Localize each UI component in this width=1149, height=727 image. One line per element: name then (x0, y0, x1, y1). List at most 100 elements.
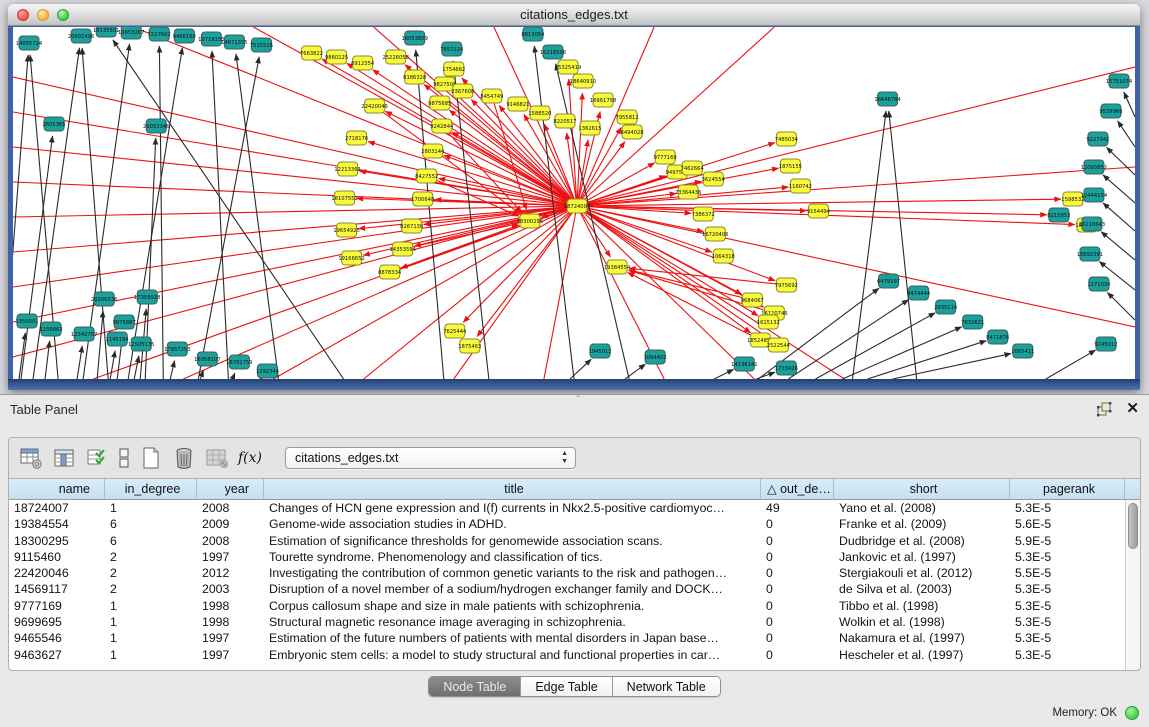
network-node[interactable]: 7857224 (440, 42, 464, 56)
network-node[interactable]: 9245012 (1094, 337, 1117, 351)
network-node[interactable]: 18640910 (570, 74, 596, 88)
network-node[interactable]: 8813054 (521, 27, 545, 41)
table-row[interactable]: 1938455462009Genome-wide association stu… (9, 516, 1140, 532)
network-node[interactable]: 15751074 (1106, 74, 1133, 88)
network-node[interactable]: 1292344 (256, 364, 280, 378)
column-header-title[interactable]: title (264, 479, 761, 499)
delete-table-icon[interactable] (205, 446, 229, 470)
table-row[interactable]: 1872400712008Changes of HCN gene express… (9, 500, 1140, 516)
network-node[interactable]: 1875463 (458, 339, 481, 353)
row-height-icon[interactable] (118, 446, 130, 470)
panel-resize-grip[interactable]: ⌃ (575, 396, 585, 402)
tab-edge-table[interactable]: Edge Table (521, 677, 612, 696)
network-node[interactable]: 18724007 (564, 199, 590, 213)
network-node[interactable]: 15692391 (1077, 247, 1103, 261)
network-node[interactable]: 7663822 (300, 46, 323, 60)
network-node[interactable]: 16961758 (590, 93, 616, 107)
network-node[interactable]: 9474444 (907, 286, 931, 300)
network-node[interactable]: 8267130 (400, 219, 423, 233)
network-node[interactable]: 9875685 (428, 96, 451, 110)
column-header-in_degree[interactable]: in_degree (105, 479, 197, 499)
network-node[interactable]: 2935114 (934, 300, 958, 314)
network-node[interactable]: 2367608 (451, 84, 474, 98)
column-header-short[interactable]: short (834, 479, 1010, 499)
network-node[interactable]: 25226058 (382, 50, 408, 64)
network-node[interactable]: 9227342 (1086, 132, 1109, 146)
close-window-icon[interactable] (17, 9, 29, 21)
network-node[interactable]: 1754662 (442, 62, 465, 76)
network-node[interactable]: 8186328 (403, 70, 426, 84)
network-node[interactable]: 16648784 (874, 92, 901, 106)
network-node[interactable]: 1362615 (578, 121, 601, 135)
network-node[interactable]: 16782759 (226, 355, 252, 369)
network-node[interactable]: 7462664 (681, 161, 705, 175)
network-node[interactable]: 14136141 (731, 357, 757, 371)
network-node[interactable]: 12505135 (128, 337, 154, 351)
network-node[interactable]: 7955812 (616, 110, 639, 124)
network-node[interactable]: 10653267 (118, 27, 144, 39)
network-node[interactable]: 16053809 (402, 31, 428, 45)
tab-network-table[interactable]: Network Table (613, 677, 720, 696)
network-node[interactable]: 17957253 (164, 342, 190, 356)
table-row[interactable]: 2242004622012Investigating the contribut… (9, 565, 1140, 581)
network-node[interactable]: 9154494 (807, 204, 831, 218)
network-node[interactable]: 1875155 (779, 159, 802, 173)
network-node[interactable]: 8215953 (1047, 208, 1070, 222)
network-node[interactable]: 14055724 (16, 36, 43, 50)
network-node[interactable]: 1065411 (1011, 344, 1034, 358)
table-scrollbar-thumb[interactable] (1128, 503, 1138, 549)
window-titlebar[interactable]: citations_edges.txt (8, 4, 1140, 26)
network-node[interactable]: 18300295 (517, 214, 543, 228)
table-row[interactable]: 946554611997Estimation of the future num… (9, 630, 1140, 646)
network-node[interactable]: 9975887 (113, 315, 136, 329)
network-node[interactable]: 8220517 (553, 114, 576, 128)
network-node[interactable]: 9860125 (325, 50, 348, 64)
network-node[interactable]: 1700648 (411, 192, 434, 206)
network-node[interactable]: 9529966 (1099, 104, 1122, 118)
network-node[interactable]: 7485034 (775, 132, 799, 146)
network-node[interactable]: 1615132 (757, 315, 780, 329)
network-node[interactable]: 7515526 (250, 38, 273, 52)
network-canvas[interactable]: 1872400725226058818632817546629827508236… (13, 27, 1135, 379)
network-node[interactable]: 16720406 (702, 227, 728, 241)
network-node[interactable]: 14671355 (221, 35, 247, 49)
network-node[interactable]: 19384554 (604, 260, 631, 274)
network-node[interactable]: 1588520 (528, 106, 551, 120)
network-node[interactable]: 3624554 (702, 172, 726, 186)
select-all-icon[interactable] (85, 446, 109, 470)
table-mode-icon[interactable] (19, 446, 43, 470)
network-node[interactable]: 1156863 (40, 322, 63, 336)
column-header-out_de[interactable]: △ out_de… (761, 479, 834, 499)
network-node[interactable]: 16958107 (194, 352, 220, 366)
network-node[interactable]: 19135501 (93, 27, 119, 37)
table-row[interactable]: 977716911998Corpus callosum shape and si… (9, 598, 1140, 614)
network-node[interactable]: 20206536 (91, 292, 117, 306)
table-row[interactable]: 1830029562008Estimation of significance … (9, 533, 1140, 549)
network-node[interactable]: 19654925 (333, 223, 359, 237)
network-node[interactable]: 1064318 (712, 249, 735, 263)
network-node[interactable]: 16210643 (1079, 217, 1105, 231)
column-header-name[interactable]: name (9, 479, 105, 499)
network-node[interactable]: 12093852 (1081, 160, 1107, 174)
network-node[interactable]: 7386372 (692, 207, 715, 221)
network-node[interactable]: 12444154 (1081, 188, 1108, 202)
network-node[interactable]: 17359928 (134, 290, 160, 304)
tab-node-table[interactable]: Node Table (429, 677, 521, 696)
network-node[interactable]: 20053346 (143, 119, 169, 133)
network-node[interactable]: 9146821 (506, 97, 529, 111)
network-node[interactable]: 1160742 (789, 179, 812, 193)
table-row[interactable]: 1456911722003Disruption of a novel membe… (9, 581, 1140, 597)
network-node[interactable]: 9684067 (741, 293, 764, 307)
network-node[interactable]: 8427552 (415, 169, 438, 183)
network-node[interactable]: 7975692 (775, 278, 798, 292)
delete-column-icon[interactable] (172, 446, 196, 470)
network-node[interactable]: 1527602 (148, 27, 171, 41)
column-header-year[interactable]: year (197, 479, 264, 499)
table-row[interactable]: 946362711997Embryonic stem cells: a mode… (9, 647, 1140, 663)
network-node[interactable]: 19166652 (338, 251, 364, 265)
network-node[interactable]: 2803144 (421, 144, 445, 158)
network-table-select[interactable]: citations_edges.txt ▲▼ (285, 447, 576, 469)
network-node[interactable]: 22420046 (361, 99, 387, 113)
network-node[interactable]: 2605365 (43, 117, 66, 131)
column-header-pagerank[interactable]: pagerank (1010, 479, 1125, 499)
